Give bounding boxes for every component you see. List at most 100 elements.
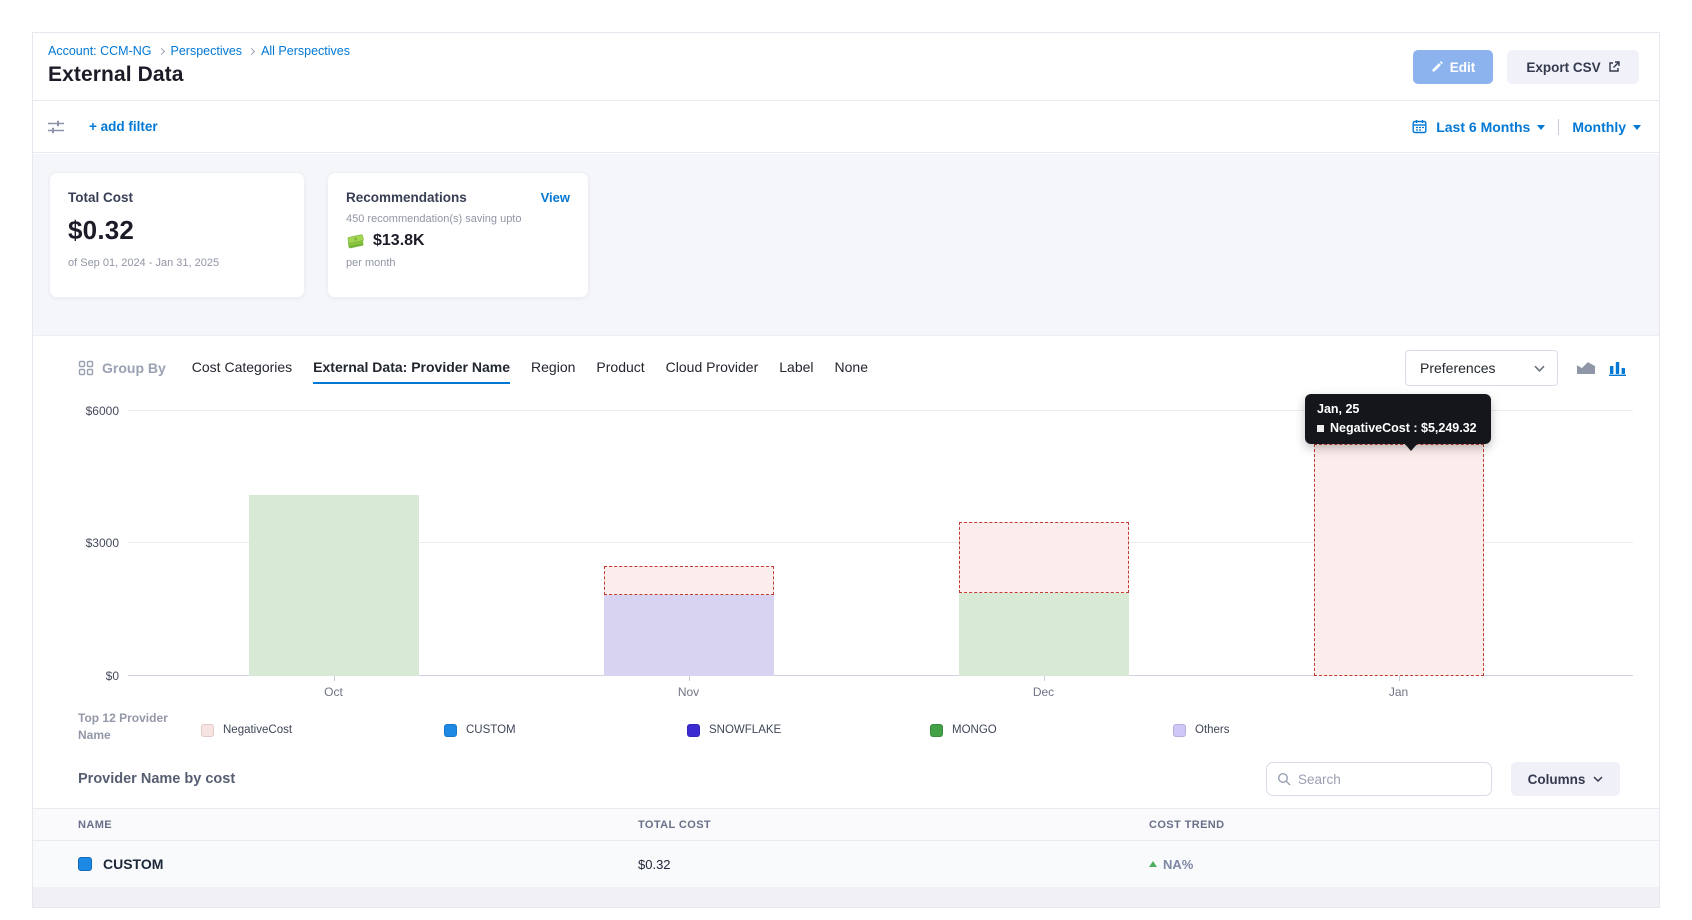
table-row-custom[interactable]: CUSTOM $0.32 NA% bbox=[33, 841, 1659, 887]
trend-value: NA% bbox=[1163, 857, 1193, 872]
table-header: NAME TOTAL COST COST TREND bbox=[33, 808, 1659, 841]
y-axis-tick-label: $6000 bbox=[86, 404, 119, 418]
provider-swatch bbox=[78, 857, 92, 871]
legend-item-custom[interactable]: CUSTOM bbox=[444, 708, 687, 744]
column-header-cost-trend[interactable]: COST TREND bbox=[1149, 819, 1659, 831]
provider-name-cell: CUSTOM bbox=[78, 856, 638, 872]
chevron-down-icon bbox=[1593, 776, 1603, 782]
bar-mongo-dec[interactable] bbox=[959, 593, 1129, 676]
filter-sliders-icon[interactable] bbox=[47, 119, 65, 135]
edit-button-label: Edit bbox=[1450, 60, 1476, 75]
provider-name: CUSTOM bbox=[103, 856, 163, 872]
y-axis-tick-label: $3000 bbox=[86, 536, 119, 550]
recommendations-subtitle: 450 recommendation(s) saving upto bbox=[346, 213, 570, 225]
grid-icon bbox=[78, 360, 94, 376]
x-axis-tick-label: Jan bbox=[1221, 685, 1576, 699]
column-header-total-cost[interactable]: TOTAL COST bbox=[638, 819, 1149, 831]
filter-bar: + add filter Last 6 Months Monthly bbox=[33, 101, 1659, 153]
legend-item-mongo[interactable]: MONGO bbox=[930, 708, 1173, 744]
tooltip-series-value: NegativeCost : $5,249.32 bbox=[1330, 421, 1477, 435]
tab-cost-categories[interactable]: Cost Categories bbox=[192, 359, 292, 377]
x-axis-tick-label: Nov bbox=[511, 685, 866, 699]
bar-others-nov[interactable] bbox=[604, 595, 774, 676]
breadcrumb-account[interactable]: Account: CCM-NG bbox=[48, 44, 152, 58]
tooltip-series-marker bbox=[1317, 425, 1324, 432]
group-by-label: Group By bbox=[102, 360, 166, 376]
granularity-label: Monthly bbox=[1572, 119, 1626, 135]
date-range-label: Last 6 Months bbox=[1436, 119, 1530, 135]
legend-item-others[interactable]: Others bbox=[1173, 708, 1416, 744]
tab-product[interactable]: Product bbox=[596, 359, 644, 377]
legend-label: Others bbox=[1195, 724, 1230, 736]
legend-label: NegativeCost bbox=[223, 724, 292, 736]
columns-button[interactable]: Columns bbox=[1511, 762, 1620, 796]
table-body: CUSTOM $0.32 NA% bbox=[33, 841, 1659, 887]
chevron-down-icon bbox=[1534, 365, 1545, 372]
legend-label: CUSTOM bbox=[466, 724, 516, 736]
total-cost-value: $0.32 bbox=[68, 215, 286, 246]
search-input[interactable] bbox=[1298, 772, 1481, 787]
page-title: External Data bbox=[48, 63, 1639, 87]
tab-region[interactable]: Region bbox=[531, 359, 575, 377]
legend-swatch-mongo bbox=[930, 724, 943, 737]
table-toolbar: Provider Name by cost Columns bbox=[33, 756, 1659, 802]
tab-label[interactable]: Label bbox=[779, 359, 813, 377]
total-cost-period: of Sep 01, 2024 - Jan 31, 2025 bbox=[68, 257, 286, 269]
chevron-down-icon bbox=[1537, 125, 1545, 130]
table-title: Provider Name by cost bbox=[78, 771, 1266, 787]
bar-mongo-oct[interactable] bbox=[249, 495, 419, 676]
legend-title: Top 12 Provider Name bbox=[78, 708, 201, 744]
preferences-label: Preferences bbox=[1420, 360, 1495, 376]
x-axis-tick-label: Oct bbox=[156, 685, 511, 699]
y-axis: $0$3000$6000 bbox=[53, 392, 119, 676]
breadcrumb-all-perspectives[interactable]: All Perspectives bbox=[261, 44, 350, 58]
bar-negativecost-nov[interactable] bbox=[604, 566, 774, 595]
bar-chart-icon[interactable] bbox=[1609, 360, 1627, 376]
legend-item-negativecost[interactable]: NegativeCost bbox=[201, 708, 444, 744]
total-cost-cell: $0.32 bbox=[638, 857, 1149, 872]
app-frame: Account: CCM-NG Perspectives All Perspec… bbox=[32, 32, 1660, 908]
table-search bbox=[1266, 762, 1492, 796]
tab-none[interactable]: None bbox=[835, 359, 868, 377]
bar-negativecost-dec[interactable] bbox=[959, 522, 1129, 593]
breadcrumb: Account: CCM-NG Perspectives All Perspec… bbox=[48, 44, 1639, 58]
edit-button[interactable]: Edit bbox=[1413, 50, 1493, 84]
external-link-icon bbox=[1608, 61, 1620, 73]
perspective-panel: Group By Cost Categories External Data: P… bbox=[33, 335, 1659, 907]
legend-item-snowflake[interactable]: SNOWFLAKE bbox=[687, 708, 930, 744]
date-range-dropdown[interactable]: Last 6 Months bbox=[1436, 119, 1545, 135]
x-axis-tick-label: Dec bbox=[866, 685, 1221, 699]
chart-tooltip: Jan, 25 NegativeCost : $5,249.32 bbox=[1305, 394, 1491, 444]
area-chart-icon[interactable] bbox=[1576, 360, 1596, 376]
legend-swatch-custom bbox=[444, 724, 457, 737]
view-recommendations-link[interactable]: View bbox=[541, 190, 570, 205]
money-icon bbox=[346, 233, 366, 249]
bar-stack-nov bbox=[604, 566, 774, 676]
bar-negativecost-jan[interactable] bbox=[1314, 444, 1484, 676]
column-header-name[interactable]: NAME bbox=[78, 819, 638, 831]
savings-amount: $13.8K bbox=[373, 232, 425, 250]
recommendations-title: Recommendations bbox=[346, 190, 570, 205]
group-by-row: Group By Cost Categories External Data: P… bbox=[33, 336, 1659, 394]
recommendations-card: Recommendations View 450 recommendation(… bbox=[327, 172, 589, 298]
granularity-dropdown[interactable]: Monthly bbox=[1572, 119, 1641, 135]
chart-slot-nov bbox=[511, 392, 866, 676]
preferences-dropdown[interactable]: Preferences bbox=[1405, 350, 1558, 386]
content-area: Total Cost $0.32 of Sep 01, 2024 - Jan 3… bbox=[33, 154, 1659, 907]
cost-trend-cell: NA% bbox=[1149, 857, 1659, 872]
export-csv-button[interactable]: Export CSV bbox=[1507, 50, 1639, 84]
trend-up-icon bbox=[1149, 861, 1157, 867]
legend-label: MONGO bbox=[952, 724, 997, 736]
pencil-icon bbox=[1431, 61, 1443, 73]
tab-cloud-provider[interactable]: Cloud Provider bbox=[666, 359, 759, 377]
add-filter-button[interactable]: + add filter bbox=[89, 119, 158, 134]
chart-legend: Top 12 Provider Name NegativeCost CUSTOM S… bbox=[78, 708, 1639, 744]
chevron-right-icon bbox=[157, 48, 164, 55]
page-header: Account: CCM-NG Perspectives All Perspec… bbox=[33, 33, 1659, 101]
breadcrumb-perspectives[interactable]: Perspectives bbox=[171, 44, 243, 58]
tab-external-data-provider-name[interactable]: External Data: Provider Name bbox=[313, 359, 510, 377]
legend-swatch-snowflake bbox=[687, 724, 700, 737]
tooltip-title: Jan, 25 bbox=[1317, 402, 1477, 416]
group-by-tabs: Cost Categories External Data: Provider N… bbox=[192, 359, 868, 377]
calendar-icon bbox=[1412, 119, 1427, 134]
